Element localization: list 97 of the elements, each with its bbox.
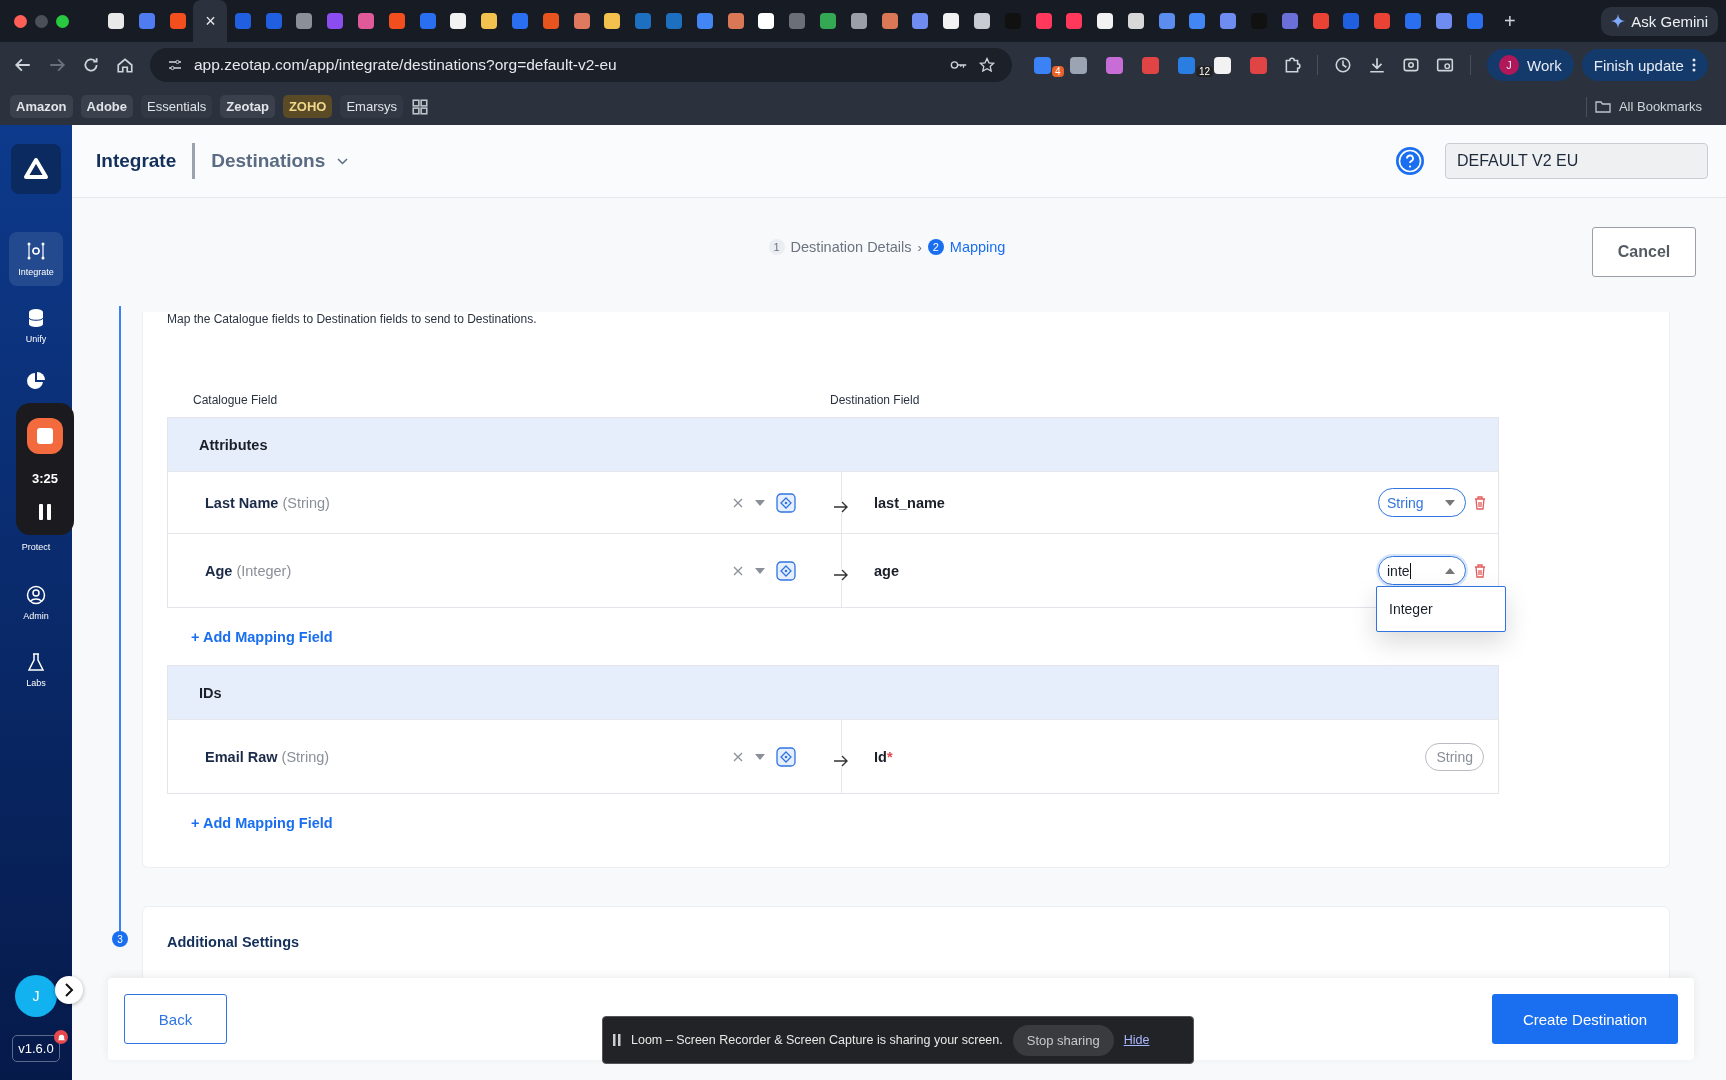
destination-field: Id* (874, 748, 893, 765)
browser-tab[interactable]: × (193, 0, 228, 42)
sidebar-item[interactable]: Integrate (9, 232, 63, 286)
reading-list-icon[interactable] (1436, 56, 1454, 74)
cancel-button[interactable]: Cancel (1592, 227, 1696, 277)
download-icon[interactable] (1368, 56, 1386, 74)
share-message: Loom – Screen Recorder & Screen Capture is sharing your screen. (631, 1033, 1003, 1047)
database-icon (27, 308, 45, 328)
caret-icon[interactable] (754, 752, 766, 761)
bookmark[interactable]: Amazon (10, 95, 73, 118)
flask-icon (26, 652, 46, 672)
extension-badge: 12 (1196, 65, 1214, 77)
group-title: Attributes (199, 436, 268, 453)
bookmark[interactable]: Adobe (80, 95, 133, 118)
home-icon[interactable] (116, 56, 134, 74)
app-logo[interactable] (11, 144, 61, 194)
pie-chart-icon (26, 371, 46, 391)
ask-gemini-button[interactable]: Ask Gemini (1601, 6, 1718, 36)
type-select[interactable]: inte (1378, 556, 1466, 585)
chevron-right-icon (64, 983, 74, 997)
sidebar-item[interactable]: Protect (9, 538, 63, 556)
bookmark[interactable]: Emarsys (340, 95, 403, 118)
stop-recording-button[interactable] (27, 417, 63, 454)
puzzle-icon[interactable] (1283, 56, 1301, 74)
caret-icon[interactable] (754, 566, 766, 575)
all-bookmarks-button[interactable]: All Bookmarks (1594, 99, 1702, 114)
transform-icon[interactable] (776, 746, 796, 767)
star-icon[interactable] (978, 57, 996, 73)
hide-link[interactable]: Hide (1123, 1033, 1150, 1047)
back-icon[interactable] (14, 56, 32, 74)
clear-icon[interactable] (732, 496, 744, 509)
expand-sidebar-button[interactable] (55, 976, 83, 1004)
source-field: Last Name (String) (205, 494, 330, 511)
close-window-button[interactable] (14, 14, 27, 28)
add-mapping-link[interactable]: + Add Mapping Field (191, 628, 333, 645)
pause-icon[interactable] (613, 1034, 621, 1046)
step-number: 3 (112, 931, 128, 947)
sparkle-icon (1611, 14, 1626, 28)
section-title: Additional Settings (167, 934, 300, 950)
more-icon[interactable] (1691, 58, 1696, 72)
description-text: Map the Catalogue fields to Destination fields to send to Destinations. (167, 312, 538, 326)
bookmark[interactable]: Zeotap (220, 95, 275, 118)
folder-icon (1594, 100, 1611, 113)
delete-icon[interactable] (1474, 563, 1486, 578)
transform-icon[interactable] (776, 560, 796, 581)
lens-icon[interactable] (1402, 56, 1420, 74)
bookmark[interactable]: Essentials (141, 95, 213, 118)
column-header: Destination Field (830, 393, 920, 407)
destination-field: age (874, 562, 899, 579)
dropdown-option[interactable]: Integer (1377, 601, 1433, 617)
forward-icon[interactable] (48, 56, 66, 74)
clear-icon[interactable] (732, 750, 744, 763)
network-icon (26, 241, 46, 261)
site-settings-icon[interactable] (166, 57, 184, 73)
user-icon (26, 585, 46, 605)
caret-icon[interactable] (754, 498, 766, 507)
source-field: Email Raw (String) (205, 748, 330, 765)
transform-icon[interactable] (776, 492, 796, 513)
step-separator: › (917, 239, 922, 255)
chevron-down-icon (337, 157, 349, 165)
new-tab-button[interactable]: + (1504, 9, 1516, 33)
help-icon[interactable] (1395, 146, 1425, 176)
sidebar-item[interactable]: Admin (9, 576, 63, 630)
reload-icon[interactable] (82, 56, 100, 74)
stop-icon (37, 427, 53, 444)
column-header: Catalogue Field (192, 393, 279, 407)
notification-bell-icon[interactable] (54, 1030, 68, 1044)
clear-icon[interactable] (732, 564, 744, 577)
sidebar-item[interactable]: Unify (9, 299, 63, 353)
extension-icon[interactable] (1214, 56, 1231, 74)
bookmark[interactable]: ZOHO (282, 95, 333, 118)
destination-field: last_name (874, 494, 945, 511)
recording-time: 3:25 (32, 470, 58, 486)
organization-field[interactable]: DEFAULT V2 EU (1445, 143, 1708, 179)
source-field: Age (Integer) (205, 562, 292, 579)
caret-icon (1445, 567, 1455, 574)
finish-update-button[interactable]: Finish update (1581, 49, 1708, 81)
address-bar[interactable]: app.zeotap.com/app/integrate/destinations?org=default-v2-eu (150, 48, 1012, 82)
profile-button[interactable]: J Work (1487, 49, 1574, 81)
back-button[interactable]: Back (124, 994, 227, 1044)
create-destination-button[interactable]: Create Destination (1492, 994, 1678, 1044)
step-tab[interactable]: 1 Destination Details (768, 239, 912, 255)
add-mapping-link[interactable]: + Add Mapping Field (191, 814, 333, 831)
caret-icon (1445, 499, 1455, 506)
step-tab[interactable]: 2 Mapping (927, 239, 1006, 255)
pause-icon[interactable] (38, 502, 52, 521)
sidebar-item[interactable]: Labs (9, 643, 63, 697)
page-title: Integrate (96, 150, 177, 172)
maximize-window-button[interactable] (56, 14, 69, 28)
apps-grid-icon[interactable] (411, 97, 429, 116)
delete-icon[interactable] (1474, 495, 1486, 510)
stop-sharing-button[interactable]: Stop sharing (1012, 1024, 1114, 1056)
group-title: IDs (199, 684, 222, 701)
extension-icon[interactable] (1070, 56, 1087, 74)
extension-badge: 4 (1052, 65, 1064, 77)
history-icon[interactable] (1334, 56, 1352, 74)
section-dropdown[interactable]: Destinations (211, 150, 349, 172)
